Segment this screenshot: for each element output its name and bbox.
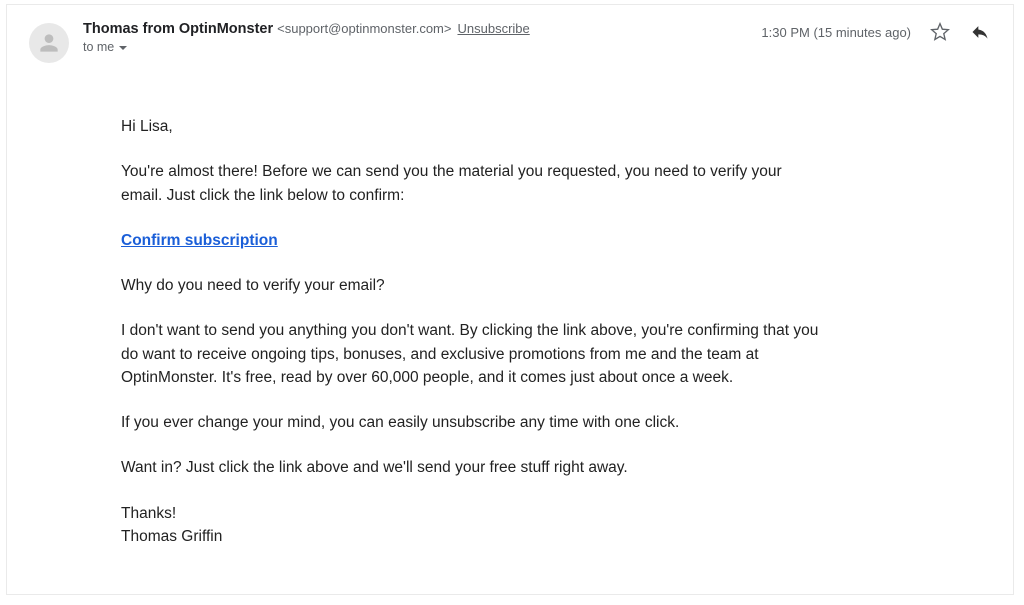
reply-button[interactable] bbox=[969, 21, 991, 43]
star-button[interactable] bbox=[929, 21, 951, 43]
chevron-down-icon bbox=[119, 46, 127, 50]
sender-name: Thomas from OptinMonster bbox=[83, 21, 273, 37]
sender-avatar[interactable] bbox=[29, 23, 69, 63]
email-body: Hi Lisa, You're almost there! Before we … bbox=[121, 115, 821, 548]
thanks-line: Thanks! bbox=[121, 502, 821, 525]
star-icon bbox=[930, 22, 950, 42]
to-label: to me bbox=[83, 40, 114, 54]
unsubscribe-note: If you ever change your mind, you can ea… bbox=[121, 411, 821, 434]
recipient-line[interactable]: to me bbox=[83, 40, 747, 54]
person-icon bbox=[36, 30, 62, 56]
email-message: Thomas from OptinMonster <support@optinm… bbox=[6, 4, 1014, 595]
sender-email: <support@optinmonster.com> bbox=[277, 21, 451, 36]
confirm-subscription-link[interactable]: Confirm subscription bbox=[121, 232, 278, 249]
unsubscribe-link[interactable]: Unsubscribe bbox=[457, 21, 529, 36]
reply-icon bbox=[970, 22, 990, 42]
signature-line: Thomas Griffin bbox=[121, 525, 821, 548]
header-meta: 1:30 PM (15 minutes ago) bbox=[761, 21, 991, 43]
email-header: Thomas from OptinMonster <support@optinm… bbox=[29, 21, 991, 63]
explanation-paragraph: I don't want to send you anything you do… bbox=[121, 319, 821, 389]
why-question: Why do you need to verify your email? bbox=[121, 274, 821, 297]
greeting: Hi Lisa, bbox=[121, 115, 821, 138]
sender-info: Thomas from OptinMonster <support@optinm… bbox=[83, 21, 747, 54]
intro-paragraph: You're almost there! Before we can send … bbox=[121, 160, 821, 207]
email-timestamp: 1:30 PM (15 minutes ago) bbox=[761, 25, 911, 40]
cta-paragraph: Want in? Just click the link above and w… bbox=[121, 456, 821, 479]
